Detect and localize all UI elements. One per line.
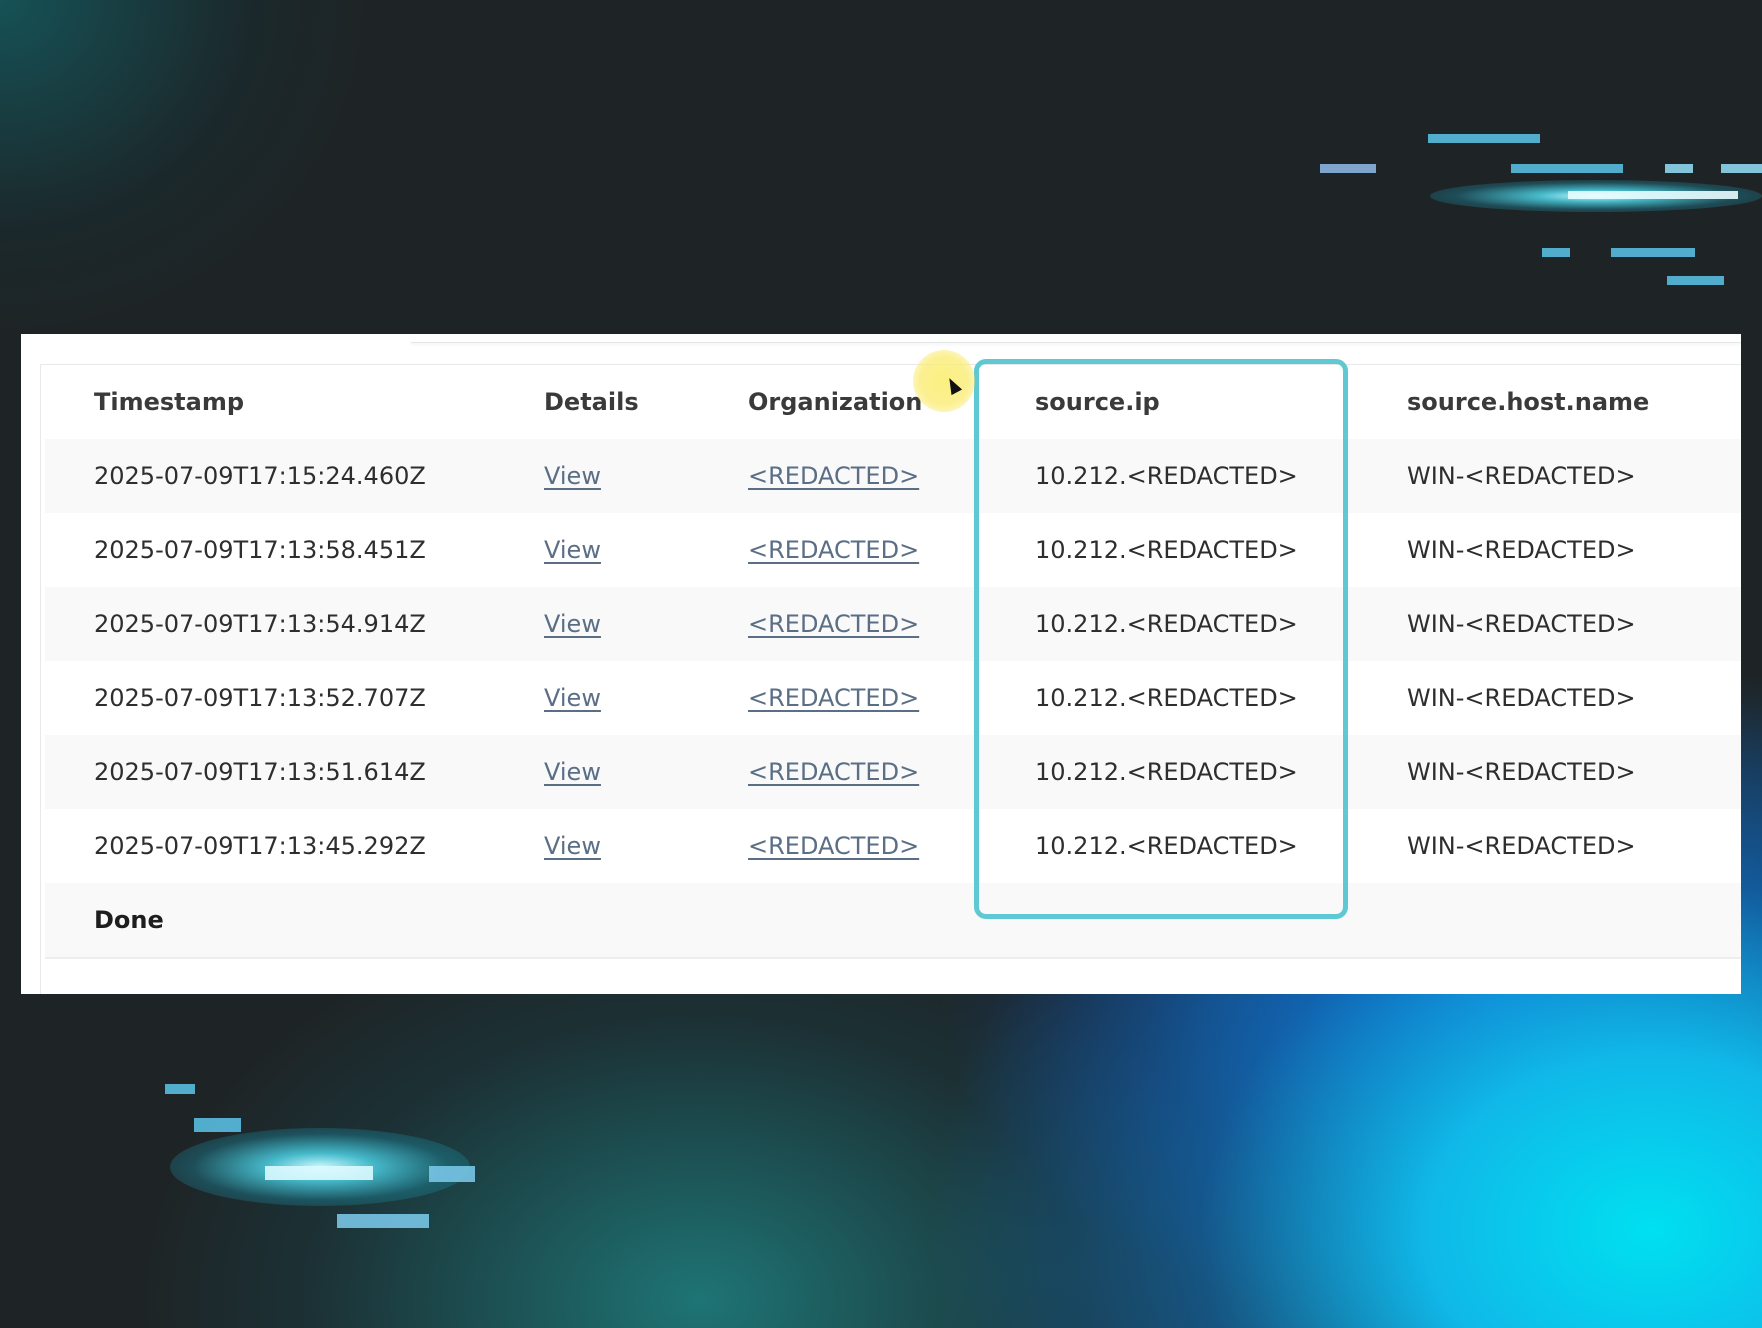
decorative-streak: [1665, 164, 1693, 173]
timestamp-cell: 2025-07-09T17:13:45.292Z: [94, 832, 426, 860]
view-details-link[interactable]: View: [544, 809, 601, 883]
results-table: Timestamp Details Organization source.ip…: [40, 364, 1741, 994]
decorative-streak: [194, 1118, 241, 1132]
decorative-streak: [1428, 134, 1540, 143]
video-frame: Timestamp Details Organization source.ip…: [0, 0, 1762, 1328]
timestamp-cell: 2025-07-09T17:13:54.914Z: [94, 610, 426, 638]
view-details-link[interactable]: View: [544, 439, 601, 513]
table-status-row: Done: [45, 883, 1741, 959]
decorative-streak: [265, 1166, 373, 1180]
query-status-text: Done: [94, 906, 164, 934]
decorative-streak: [1320, 164, 1376, 173]
view-details-link[interactable]: View: [544, 735, 601, 809]
organization-link[interactable]: <REDACTED>: [748, 809, 919, 883]
column-header-organization[interactable]: Organization: [748, 365, 922, 439]
decorative-streak: [1568, 191, 1738, 199]
source-ip-cell: 10.212.<REDACTED>: [1035, 758, 1298, 786]
panel-divider: [411, 334, 1741, 343]
source-ip-cell: 10.212.<REDACTED>: [1035, 536, 1298, 564]
table-row: 2025-07-09T17:13:51.614Z View <REDACTED>…: [45, 735, 1741, 811]
organization-link[interactable]: <REDACTED>: [748, 587, 919, 661]
column-header-source-ip[interactable]: source.ip: [1035, 365, 1160, 439]
source-ip-cell: 10.212.<REDACTED>: [1035, 832, 1298, 860]
view-details-link[interactable]: View: [544, 587, 601, 661]
table-row: 2025-07-09T17:13:54.914Z View <REDACTED>…: [45, 587, 1741, 663]
source-ip-cell: 10.212.<REDACTED>: [1035, 610, 1298, 638]
source-ip-cell: 10.212.<REDACTED>: [1035, 462, 1298, 490]
organization-link[interactable]: <REDACTED>: [748, 439, 919, 513]
table-row: 2025-07-09T17:13:58.451Z View <REDACTED>…: [45, 513, 1741, 589]
source-host-name-cell: WIN-<REDACTED>: [1407, 610, 1636, 638]
decorative-streak: [337, 1214, 429, 1228]
organization-link[interactable]: <REDACTED>: [748, 661, 919, 735]
source-host-name-cell: WIN-<REDACTED>: [1407, 758, 1636, 786]
view-details-link[interactable]: View: [544, 513, 601, 587]
source-host-name-cell: WIN-<REDACTED>: [1407, 536, 1636, 564]
source-ip-cell: 10.212.<REDACTED>: [1035, 684, 1298, 712]
decorative-streak: [1611, 248, 1695, 257]
source-host-name-cell: WIN-<REDACTED>: [1407, 462, 1636, 490]
organization-link[interactable]: <REDACTED>: [748, 513, 919, 587]
column-header-timestamp[interactable]: Timestamp: [94, 365, 244, 439]
decorative-streak: [1542, 248, 1570, 257]
table-row: 2025-07-09T17:15:24.460Z View <REDACTED>…: [45, 439, 1741, 515]
timestamp-cell: 2025-07-09T17:13:52.707Z: [94, 684, 426, 712]
decorative-streak: [429, 1166, 475, 1182]
decorative-streak: [1667, 276, 1724, 285]
source-host-name-cell: WIN-<REDACTED>: [1407, 832, 1636, 860]
timestamp-cell: 2025-07-09T17:13:51.614Z: [94, 758, 426, 786]
table-header-row: Timestamp Details Organization source.ip…: [45, 365, 1741, 441]
decorative-streak: [1721, 164, 1762, 173]
organization-link[interactable]: <REDACTED>: [748, 735, 919, 809]
table-row: 2025-07-09T17:13:45.292Z View <REDACTED>…: [45, 809, 1741, 885]
decorative-streak: [1511, 164, 1623, 173]
column-header-source-host-name[interactable]: source.host.name: [1407, 365, 1649, 439]
results-panel: Timestamp Details Organization source.ip…: [21, 334, 1741, 994]
view-details-link[interactable]: View: [544, 661, 601, 735]
timestamp-cell: 2025-07-09T17:15:24.460Z: [94, 462, 426, 490]
table-row: 2025-07-09T17:13:52.707Z View <REDACTED>…: [45, 661, 1741, 737]
source-host-name-cell: WIN-<REDACTED>: [1407, 684, 1636, 712]
decorative-streak: [165, 1084, 195, 1094]
column-header-details[interactable]: Details: [544, 365, 639, 439]
timestamp-cell: 2025-07-09T17:13:58.451Z: [94, 536, 426, 564]
